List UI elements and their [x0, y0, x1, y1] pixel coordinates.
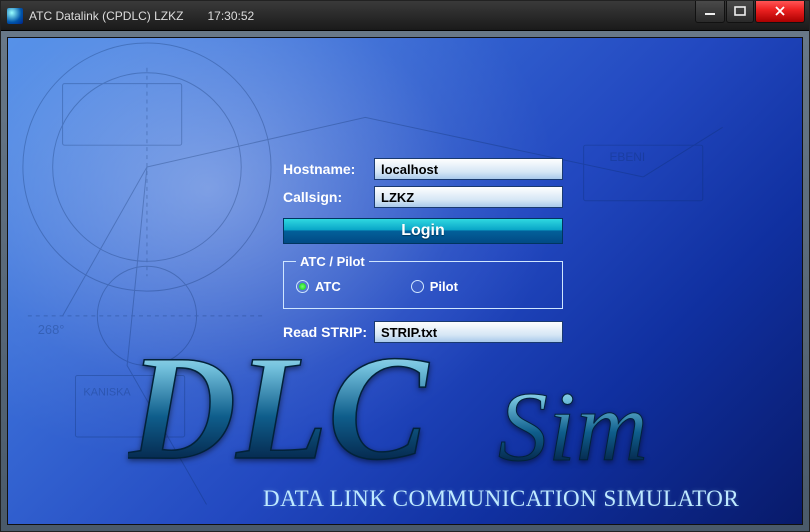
callsign-input[interactable] [374, 186, 563, 208]
maximize-icon [734, 6, 746, 16]
svg-text:KANISKA: KANISKA [83, 386, 131, 398]
minimize-button[interactable] [695, 1, 725, 23]
login-form: Hostname: Callsign: Login ATC / Pilot AT… [283, 158, 563, 349]
app-logo: DLC Sim [128, 338, 768, 493]
app-window: ATC Datalink (CPDLC) LZKZ 17:30:52 [0, 0, 810, 532]
tagline: DATA LINK COMMUNICATION SIMULATOR [263, 486, 739, 512]
close-button[interactable] [755, 1, 805, 23]
radio-atc-label: ATC [315, 279, 341, 294]
app-icon [7, 8, 23, 24]
radio-option-atc[interactable]: ATC [296, 279, 341, 294]
minimize-icon [704, 6, 716, 16]
svg-text:268°: 268° [38, 322, 65, 337]
client-area: 268° EBENI KANISKA Hostname: Callsign: L… [7, 37, 803, 525]
callsign-label: Callsign: [283, 189, 374, 205]
radio-pilot[interactable] [411, 280, 424, 293]
radio-atc[interactable] [296, 280, 309, 293]
window-time: 17:30:52 [207, 9, 254, 23]
hostname-input[interactable] [374, 158, 563, 180]
svg-text:EBENI: EBENI [609, 150, 645, 164]
titlebar[interactable]: ATC Datalink (CPDLC) LZKZ 17:30:52 [1, 1, 809, 31]
radio-pilot-label: Pilot [430, 279, 458, 294]
hostname-label: Hostname: [283, 161, 374, 177]
maximize-button[interactable] [726, 1, 754, 23]
logo-suffix-text: Sim [498, 371, 648, 482]
mode-legend: ATC / Pilot [296, 254, 369, 269]
login-button[interactable]: Login [283, 218, 563, 244]
window-title: ATC Datalink (CPDLC) LZKZ [29, 9, 183, 23]
radio-option-pilot[interactable]: Pilot [411, 279, 458, 294]
logo-main-text: DLC [128, 338, 430, 488]
close-icon [774, 6, 786, 16]
mode-fieldset: ATC / Pilot ATC Pilot [283, 254, 563, 309]
